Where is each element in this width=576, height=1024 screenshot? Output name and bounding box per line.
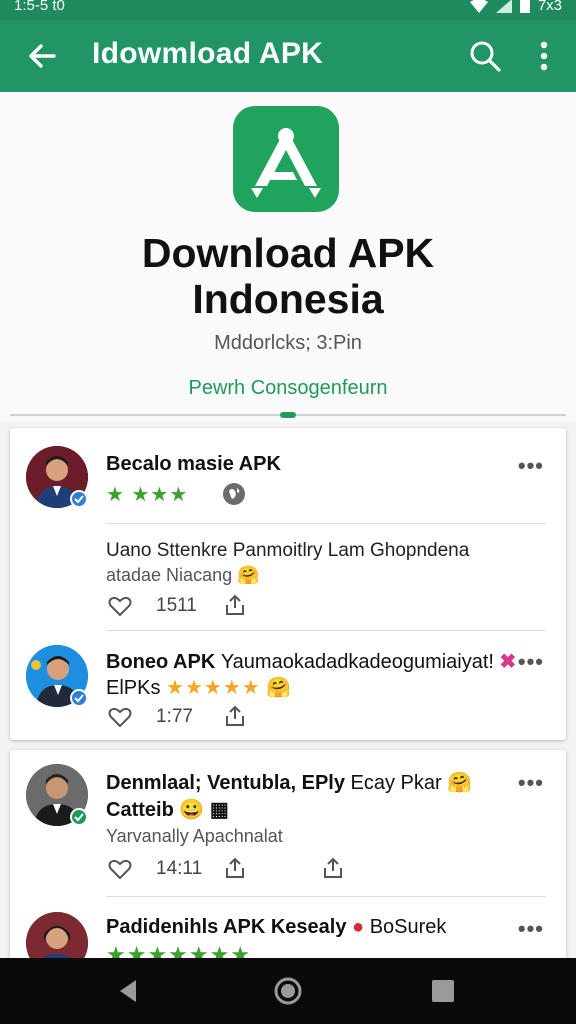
- app-bar-title: Idowmload APK: [92, 37, 324, 70]
- share-icon[interactable]: [224, 705, 246, 727]
- system-nav-bar: [0, 958, 576, 1024]
- arrow-left-icon[interactable]: [24, 38, 60, 74]
- upload-icon[interactable]: [322, 857, 344, 879]
- globe-icon: [223, 483, 245, 505]
- share-icon[interactable]: [224, 594, 246, 616]
- film-icon: ▦: [209, 799, 229, 821]
- post-author[interactable]: Padidenihls APK Kesealy ● BoSurek: [106, 916, 446, 939]
- post-subtext-label: atadae Niacang: [106, 565, 233, 585]
- post-author-rest: BoSurek: [369, 916, 447, 938]
- search-icon[interactable]: [466, 37, 504, 75]
- like-count: 14:11: [156, 858, 203, 879]
- post-item: Becalo masie APK ••• ★ ★★★ Uano Sttenkre…: [10, 428, 566, 628]
- post-line2: Catteib 😀 ▦: [106, 797, 229, 822]
- status-time: 1:5-5 t0: [14, 0, 65, 14]
- hero-section: Download APK Indonesia Mddorlcks; 3:Pin …: [0, 92, 576, 422]
- post-text: Uano Sttenkre Panmoitlry Lam Ghopndena: [106, 540, 470, 561]
- more-options-icon[interactable]: •••: [518, 453, 544, 479]
- verified-badge-icon: [70, 490, 88, 508]
- status-right-text: 7x3: [537, 0, 562, 14]
- heart-icon[interactable]: [108, 858, 132, 880]
- verified-badge-icon: [70, 808, 88, 826]
- tab-indicator: [280, 412, 296, 418]
- post-card: Becalo masie APK ••• ★ ★★★ Uano Sttenkre…: [10, 428, 566, 740]
- content-area: Download APK Indonesia Mddorlcks; 3:Pin …: [0, 92, 576, 958]
- emoji-icon: 🤗: [237, 565, 260, 585]
- hero-title-line2: Indonesia: [192, 276, 384, 322]
- wifi-icon: [469, 0, 488, 13]
- verified-badge-icon: [70, 689, 88, 707]
- status-bar: 1:5-5 t0 7x3: [0, 0, 576, 20]
- post-card: Denmlaal; Ventubla, EPly Ecay Pkar 🤗 •••…: [10, 750, 566, 958]
- share-icon[interactable]: [224, 857, 246, 879]
- more-options-icon[interactable]: •••: [518, 649, 544, 675]
- battery-icon: [519, 0, 530, 13]
- like-count: 1:77: [156, 706, 193, 727]
- nav-home-icon[interactable]: [272, 975, 304, 1007]
- app-bar: Idowmload APK: [0, 20, 576, 92]
- post-text: Yarvanally Apachnalat: [106, 826, 283, 846]
- status-icons: 7x3: [469, 0, 562, 14]
- post-author[interactable]: Denmlaal; Ventubla, EPly Ecay Pkar 🤗: [106, 770, 472, 795]
- post-item: Denmlaal; Ventubla, EPly Ecay Pkar 🤗 •••…: [10, 750, 566, 895]
- signal-icon: [495, 0, 512, 13]
- hero-meta: Mddorlcks; 3:Pin: [214, 332, 362, 354]
- star-rating: ★★★★★★★: [106, 942, 252, 958]
- post-author[interactable]: Becalo masie APK: [106, 453, 281, 476]
- heart-icon[interactable]: [108, 595, 132, 617]
- nav-recents-icon[interactable]: [428, 976, 458, 1006]
- hero-link[interactable]: Pewrh Consogenfeurn: [0, 377, 576, 400]
- emoji-icon: 🤗: [266, 677, 292, 699]
- emoji-icon: 🤗: [447, 772, 473, 794]
- post-line2: ElPKs ★★★★★ 🤗: [106, 675, 291, 700]
- heart-emoji-icon: ●: [352, 916, 365, 938]
- more-options-icon[interactable]: •••: [518, 770, 544, 796]
- like-count: 1511: [156, 595, 197, 616]
- heart-icon[interactable]: [108, 706, 132, 728]
- divider: [106, 523, 546, 524]
- avatar[interactable]: [26, 912, 88, 958]
- divider: [106, 896, 546, 897]
- close-icon[interactable]: ✖: [500, 651, 517, 673]
- star-rating: ★★★★★: [166, 677, 261, 699]
- post-line2-label: ElPKs: [106, 677, 161, 699]
- hero-title: Download APK Indonesia: [0, 230, 576, 322]
- nav-back-icon[interactable]: [114, 976, 144, 1006]
- emoji-icon: 😀: [179, 799, 205, 821]
- post-item: Boneo APK Yaumaokadadkadeogumiaiyat! ✖ •…: [10, 633, 566, 738]
- post-author-name: Boneo APK: [106, 651, 216, 673]
- more-vert-icon[interactable]: [530, 38, 558, 74]
- hero-title-line1: Download APK: [141, 230, 435, 276]
- post-author-rest: Yaumaokadadkadeogumiaiyat!: [220, 651, 494, 673]
- post-author[interactable]: Boneo APK Yaumaokadadkadeogumiaiyat! ✖: [106, 649, 516, 674]
- post-line2-label: Catteib: [106, 799, 174, 821]
- post-item: Padidenihls APK Kesealy ● BoSurek ••• ★★…: [10, 900, 566, 958]
- star-rating: ★ ★★★: [106, 484, 189, 506]
- post-author-name: Denmlaal; Ventubla, EPly: [106, 772, 345, 794]
- post-author-rest: Ecay Pkar: [350, 772, 442, 794]
- app-logo-icon[interactable]: [233, 106, 339, 212]
- more-options-icon[interactable]: •••: [518, 916, 544, 942]
- post-subtext: atadae Niacang 🤗: [106, 565, 260, 586]
- post-author-name: Padidenihls APK Kesealy: [106, 916, 347, 938]
- divider: [106, 630, 546, 631]
